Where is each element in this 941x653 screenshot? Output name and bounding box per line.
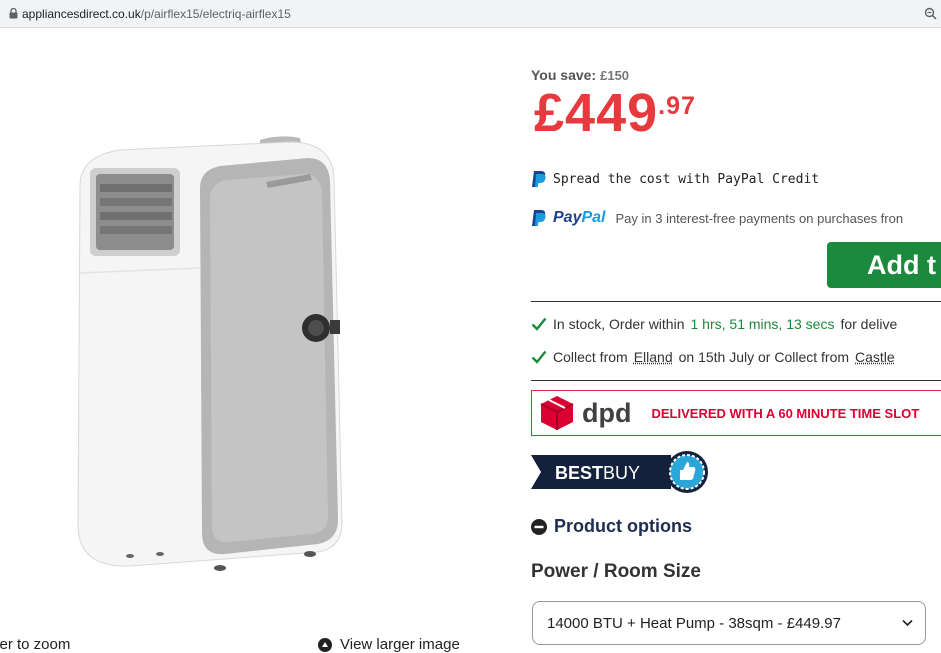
paypal-wordmark: PayPal: [553, 209, 605, 227]
zoom-hint-text: ver to zoom: [0, 636, 71, 653]
collect-store-link-elland[interactable]: Elland: [634, 349, 673, 365]
divider: [531, 380, 941, 381]
paypal-wordmark-pay: Pay: [553, 209, 582, 226]
browser-address-bar[interactable]: appliancesdirect.co.uk/p/airflex15/elect…: [0, 0, 941, 28]
stock-prefix: In stock, Order within: [553, 316, 685, 332]
collect-middle: on 15th July or Collect from: [678, 349, 850, 365]
expand-icon: [318, 637, 332, 652]
dpd-logo-text: dpd: [582, 397, 632, 428]
svg-text:BESTBUY: BESTBUY: [555, 463, 640, 483]
collect-info: Collect from Elland on 15th July or Coll…: [531, 349, 895, 365]
lock-icon: [9, 8, 18, 19]
paypal-credit-text: Spread the cost with PayPal Credit: [553, 171, 820, 187]
checkmark-icon: [531, 350, 547, 364]
dpd-message: DELIVERED WITH A 60 MINUTE TIME SLOT: [651, 405, 920, 421]
collect-prefix: Collect from: [553, 349, 628, 365]
order-countdown: 1 hrs, 51 mins, 13 secs: [690, 316, 835, 332]
power-room-size-label: Power / Room Size: [531, 561, 701, 582]
collapse-minus-icon: [531, 518, 547, 535]
url-host: appliancesdirect.co.uk: [22, 7, 141, 21]
zoom-icon[interactable]: [924, 7, 937, 20]
url-text[interactable]: appliancesdirect.co.uk/p/airflex15/elect…: [22, 7, 291, 21]
stock-status: In stock, Order within 1 hrs, 51 mins, 1…: [531, 316, 897, 332]
you-save-label: You save:: [531, 67, 597, 83]
paypal-pay-in-3[interactable]: PayPal Pay in 3 interest-free payments o…: [531, 209, 903, 227]
badge-best: BEST: [555, 463, 603, 483]
product-image[interactable]: [60, 128, 360, 578]
paypal-wordmark-pal: Pal: [581, 209, 606, 226]
product-options-heading: Product options: [554, 516, 692, 536]
divider: [531, 301, 941, 302]
paypal-credit-link[interactable]: Spread the cost with PayPal Credit: [531, 170, 819, 188]
you-save-text: You save: £150: [531, 67, 629, 83]
dpd-delivery-banner: dpd DELIVERED WITH A 60 MINUTE TIME SLOT: [531, 390, 941, 436]
product-options-toggle[interactable]: Product options: [531, 516, 692, 537]
selected-option-text: 14000 BTU + Heat Pump - 38sqm - £449.97: [547, 614, 841, 632]
badge-buy: BUY: [603, 463, 640, 483]
paypal-icon: [532, 171, 546, 187]
price-main: £449: [534, 83, 659, 143]
you-save-amount: £150: [600, 68, 630, 83]
view-larger-image-link[interactable]: View larger image: [318, 636, 460, 653]
price: £449.97: [534, 82, 696, 144]
power-room-size-select[interactable]: 14000 BTU + Heat Pump - 38sqm - £449.97: [532, 601, 926, 645]
chevron-down-icon: [902, 619, 913, 627]
stock-suffix: for delive: [840, 316, 898, 332]
view-larger-label: View larger image: [340, 636, 460, 653]
dpd-cube-icon: [540, 396, 574, 430]
checkmark-icon: [531, 317, 547, 331]
paypal-pay3-text: Pay in 3 interest-free payments on purch…: [615, 210, 904, 226]
price-pence: .97: [658, 92, 696, 120]
collect-store-link-castle[interactable]: Castle: [855, 349, 895, 365]
paypal-logo-icon: [532, 210, 546, 226]
add-to-basket-button[interactable]: Add t: [827, 242, 941, 288]
url-path: /p/airflex15/electriq-airflex15: [140, 7, 291, 21]
best-buy-badge: BESTBUY: [531, 451, 708, 493]
